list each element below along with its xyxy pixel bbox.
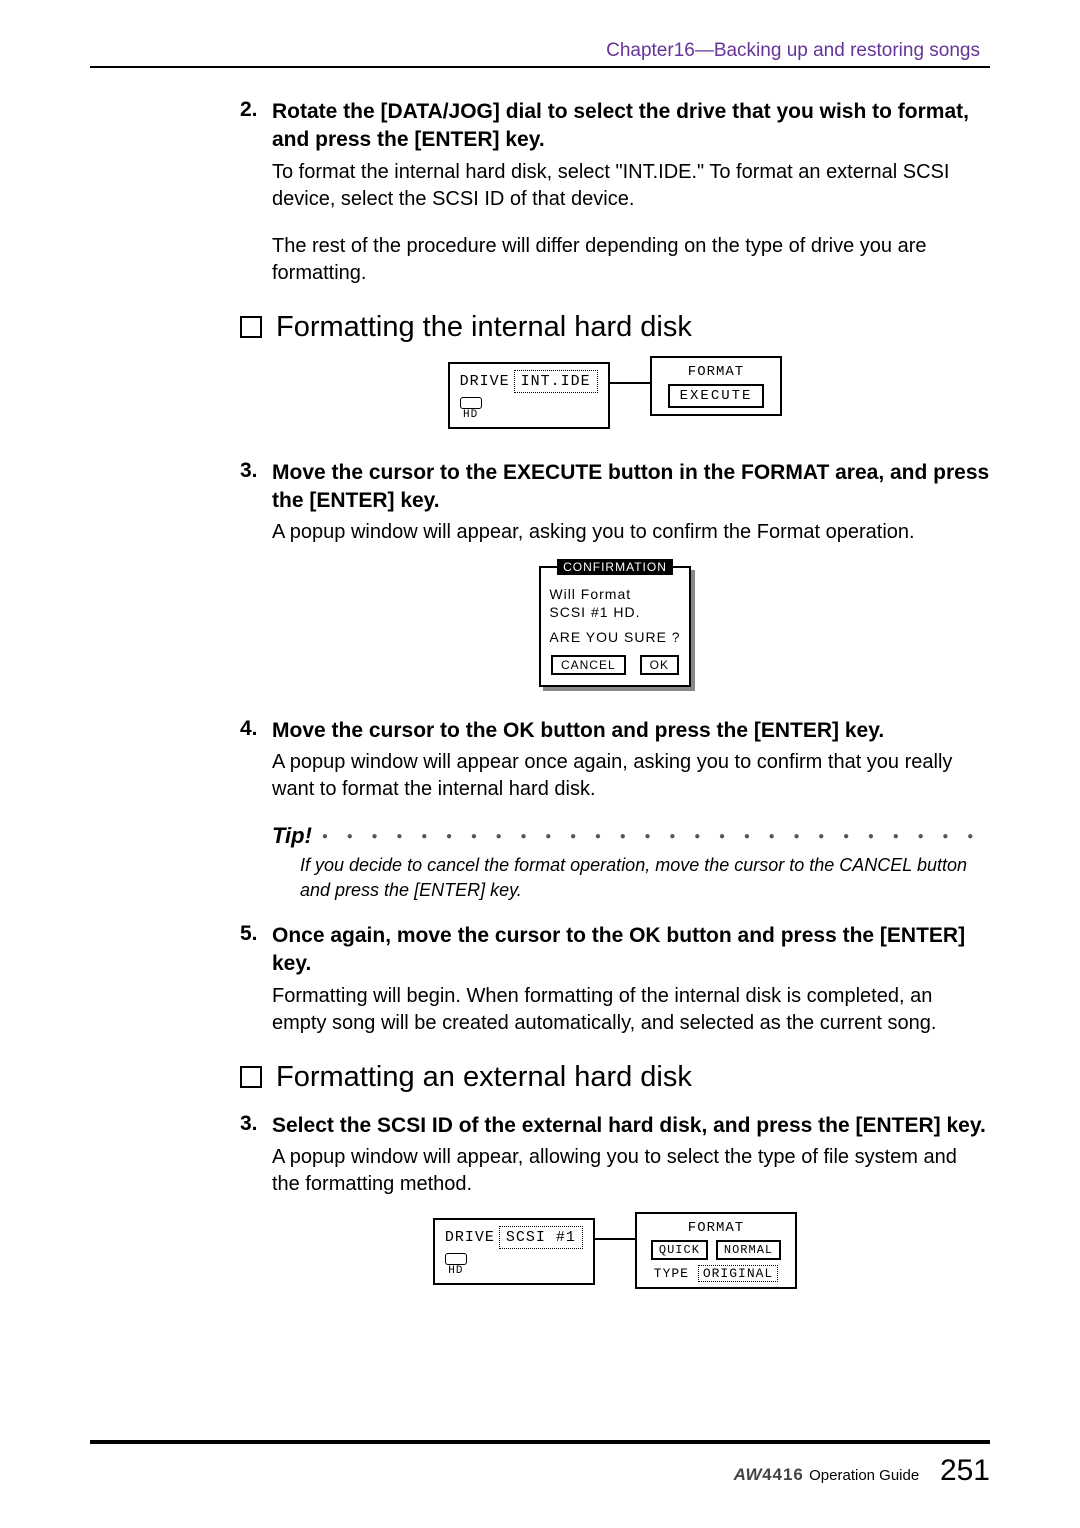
section-title: Formatting the internal hard disk <box>276 311 692 344</box>
footer-model-4416: 4416 <box>762 1465 804 1484</box>
drive-label: DRIVE <box>460 373 510 390</box>
section-external: Formatting an external hard disk <box>240 1061 990 1094</box>
confirm-line1: Will Format <box>549 586 680 604</box>
ok-button: OK <box>640 655 679 675</box>
hd-label: HD <box>448 1265 463 1277</box>
header-rule <box>90 66 990 68</box>
square-icon <box>240 316 262 338</box>
step-number: 4. <box>240 717 272 745</box>
footer-guide: Operation Guide <box>809 1467 919 1484</box>
format-label: FORMAT <box>651 1220 781 1236</box>
step-2-body: To format the internal hard disk, select… <box>272 159 990 213</box>
page-footer: AW4416 Operation Guide 251 <box>90 1432 990 1488</box>
execute-button: EXECUTE <box>668 384 765 408</box>
step-2: 2. Rotate the [DATA/JOG] dial to select … <box>240 98 990 155</box>
footer-rule <box>90 1440 990 1444</box>
tip-icon: Tip! <box>272 823 312 849</box>
square-icon <box>240 1066 262 1088</box>
step-title: Rotate the [DATA/JOG] dial to select the… <box>272 98 990 155</box>
footer-page-number: 251 <box>940 1454 990 1487</box>
drive-value: SCSI #1 <box>499 1226 583 1249</box>
step-number: 5. <box>240 922 272 979</box>
quick-button: QUICK <box>651 1240 708 1260</box>
step-title: Once again, move the cursor to the OK bu… <box>272 922 990 979</box>
drive-label: DRIVE <box>445 1229 495 1246</box>
step-4-body: A popup window will appear once again, a… <box>272 749 990 803</box>
type-label: TYPE <box>654 1266 689 1281</box>
step-5: 5. Once again, move the cursor to the OK… <box>240 922 990 979</box>
cancel-button: CANCEL <box>551 655 626 675</box>
step-5-body: Formatting will begin. When formatting o… <box>272 983 990 1037</box>
hd-icon <box>445 1253 467 1265</box>
chapter-header: Chapter16—Backing up and restoring songs <box>90 40 990 62</box>
step-number: 3. <box>240 1112 272 1140</box>
footer-model-aw: AW <box>734 1465 762 1484</box>
connector-line <box>595 1238 635 1240</box>
connector-line <box>610 382 650 384</box>
tip-dots: ● ● ● ● ● ● ● ● ● ● ● ● ● ● ● ● ● ● ● ● … <box>322 831 990 842</box>
tip-text: If you decide to cancel the format opera… <box>300 853 990 902</box>
format-label: FORMAT <box>668 364 765 380</box>
normal-button: NORMAL <box>716 1240 781 1260</box>
tip-row: Tip! ● ● ● ● ● ● ● ● ● ● ● ● ● ● ● ● ● ●… <box>272 823 990 849</box>
step-2-note: The rest of the procedure will differ de… <box>272 233 990 287</box>
diagram-drive-format: DRIVE INT.IDE HD FORMAT EXECUTE <box>240 362 990 429</box>
type-value: ORIGINAL <box>698 1265 778 1282</box>
confirmation-popup: CONFIRMATION Will Format SCSI #1 HD. ARE… <box>240 566 990 687</box>
step-number: 3. <box>240 459 272 516</box>
hd-label: HD <box>463 409 478 421</box>
step-3b-body: A popup window will appear, allowing you… <box>272 1144 990 1198</box>
drive-value: INT.IDE <box>514 370 598 393</box>
step-number: 2. <box>240 98 272 155</box>
step-3: 3. Move the cursor to the EXECUTE button… <box>240 459 990 516</box>
confirm-sure: ARE YOU SURE ? <box>549 629 680 647</box>
section-title: Formatting an external hard disk <box>276 1061 692 1094</box>
step-4: 4. Move the cursor to the OK button and … <box>240 717 990 745</box>
step-3-body: A popup window will appear, asking you t… <box>272 519 990 546</box>
confirmation-title: CONFIRMATION <box>557 559 673 575</box>
confirm-line2: SCSI #1 HD. <box>549 604 680 622</box>
step-title: Move the cursor to the EXECUTE button in… <box>272 459 990 516</box>
step-title: Move the cursor to the OK button and pre… <box>272 717 884 745</box>
hd-icon <box>460 397 482 409</box>
step-3b: 3. Select the SCSI ID of the external ha… <box>240 1112 990 1140</box>
step-title: Select the SCSI ID of the external hard … <box>272 1112 986 1140</box>
section-internal: Formatting the internal hard disk <box>240 311 990 344</box>
diagram-drive-scsi: DRIVE SCSI #1 HD FORMAT QUICK NORMAL <box>240 1218 990 1289</box>
